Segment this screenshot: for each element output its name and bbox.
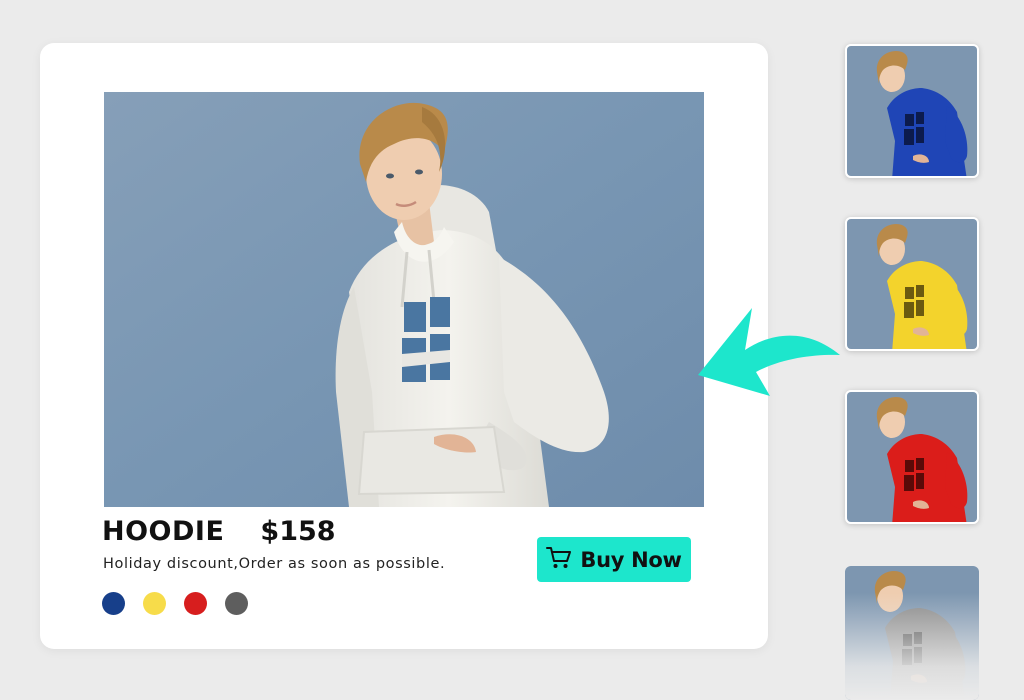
buy-now-label: Buy Now [580,547,682,572]
product-title-row: HOODIE $158 [102,516,336,556]
product-name: HOODIE [102,516,225,547]
thumbnail-gray[interactable] [845,566,979,700]
swatch-gray[interactable] [225,592,248,615]
product-price: $158 [260,516,336,547]
color-swatches [102,592,248,615]
swatch-yellow[interactable] [143,592,166,615]
curved-arrow-icon [690,300,860,410]
thumbnail-blue[interactable] [845,44,979,178]
swatch-red[interactable] [184,592,207,615]
product-main-image [104,92,704,507]
buy-now-button[interactable]: Buy Now [537,537,691,582]
thumbnail-red[interactable] [845,390,979,524]
swatch-blue[interactable] [102,592,125,615]
cart-icon [546,546,572,573]
thumbnail-yellow[interactable] [845,217,979,351]
product-tagline: Holiday discount,Order as soon as possib… [103,556,446,572]
product-card: HOODIE $158 Holiday discount,Order as so… [40,43,768,649]
